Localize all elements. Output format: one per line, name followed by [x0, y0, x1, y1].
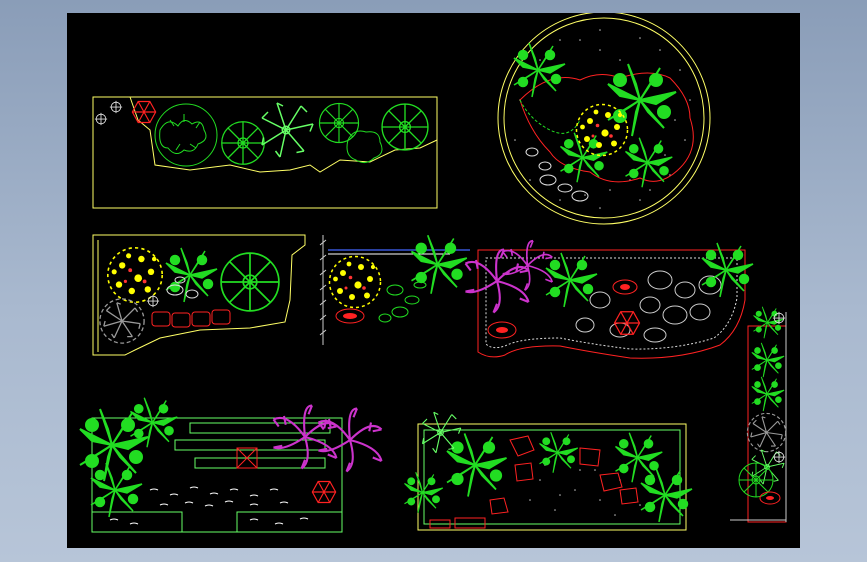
gray-shrub-icon — [99, 298, 145, 344]
flower-cluster-icon — [575, 103, 629, 157]
round-tree-icon — [154, 103, 218, 167]
flower-shrub-icon — [107, 247, 163, 304]
stone-path — [151, 309, 231, 328]
landscape-plan-svg — [79, 13, 787, 533]
fern-icon — [165, 247, 218, 303]
ornamental-palm-icon — [464, 248, 530, 314]
panel-vertical-strip — [730, 306, 787, 523]
lamp-icon — [109, 100, 123, 114]
palm-tree-icon — [381, 103, 429, 151]
panel-circular-garden — [497, 13, 711, 225]
gray-shrub-icon — [746, 412, 787, 453]
climbing-plant-icon — [751, 342, 785, 378]
cad-drawing-canvas — [67, 13, 800, 548]
flower-shrub-icon — [328, 255, 382, 309]
rock-icon — [335, 308, 365, 324]
palm-tree-icon — [221, 121, 265, 165]
fern-icon — [538, 431, 579, 474]
palm-tree-icon — [220, 252, 280, 312]
ornamental-palm-icon — [501, 239, 554, 292]
lamp-icon — [94, 112, 108, 126]
panel-corner-garden — [92, 234, 306, 356]
panel-gravel-court — [403, 411, 693, 531]
palm-tree-icon — [318, 102, 360, 144]
palm-tree-icon — [513, 42, 566, 98]
panel-linear-planter — [92, 96, 438, 209]
rock-icon — [759, 491, 781, 505]
fern-icon — [261, 102, 314, 158]
hexagon-lantern-icon — [311, 480, 337, 504]
fern-icon — [446, 432, 508, 498]
panel-deck-garden — [79, 397, 383, 533]
panel-wall-section — [319, 234, 470, 345]
fern-icon — [545, 252, 598, 308]
panel-curved-pavement — [464, 239, 754, 359]
lamp-icon — [772, 450, 786, 464]
hexagon-lantern-icon — [613, 311, 641, 335]
ornamental-palm-icon — [272, 404, 338, 470]
hexagon-lantern-icon — [131, 100, 157, 124]
palm-tree-icon — [559, 132, 608, 183]
pebbles — [378, 281, 427, 323]
fern-icon — [410, 234, 468, 295]
fern-icon — [79, 408, 149, 482]
fern-icon — [614, 432, 663, 483]
climbing-plant-icon — [751, 376, 785, 412]
paving-stones — [575, 270, 722, 343]
fern-icon — [640, 467, 693, 523]
rock-icon — [487, 279, 638, 339]
lamp-icon — [146, 294, 160, 308]
pebble-texture — [109, 486, 309, 525]
